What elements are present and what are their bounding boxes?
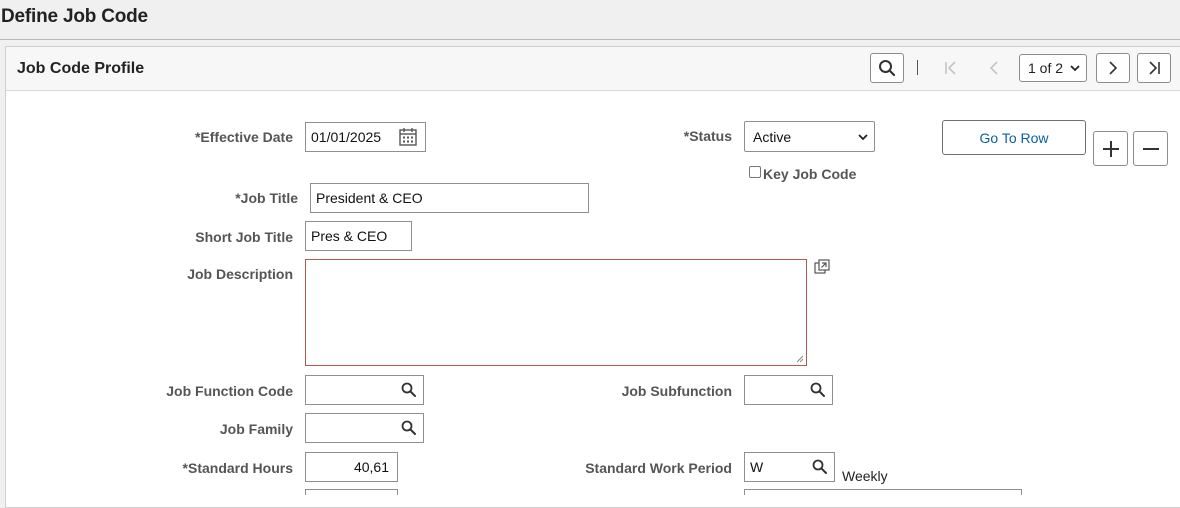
panel-header: Job Code Profile 1 of 2: [6, 47, 1180, 91]
standard-work-period-description: Weekly: [842, 468, 888, 484]
page-title: Define Job Code: [1, 6, 148, 27]
row-selector-value: 1 of 2: [1028, 60, 1064, 76]
job-title-value: President & CEO: [316, 190, 423, 206]
short-job-title-field[interactable]: Pres & CEO: [305, 221, 412, 251]
search-icon[interactable]: [401, 382, 416, 397]
job-family-label: Job Family: [219, 421, 293, 437]
chevron-down-icon: [1070, 65, 1080, 72]
last-row-button[interactable]: [1137, 53, 1171, 83]
row-selector[interactable]: 1 of 2: [1019, 54, 1087, 82]
status-label: *Status: [683, 128, 732, 144]
nav-separator: [917, 60, 918, 75]
minus-icon: [1142, 147, 1159, 150]
standard-hours-value: 40,61: [353, 459, 389, 475]
standard-work-period-field[interactable]: W: [744, 452, 835, 482]
next-row-field-partial[interactable]: [305, 489, 398, 495]
standard-work-period-value: W: [750, 459, 764, 475]
next-icon: [1109, 61, 1118, 75]
key-job-code-checkbox[interactable]: [749, 166, 761, 178]
find-button[interactable]: [870, 53, 904, 83]
title-divider: [0, 39, 1180, 40]
panel-title: Job Code Profile: [17, 60, 145, 77]
first-row-button[interactable]: [939, 53, 963, 83]
job-subfunction-label: Job Subfunction: [621, 383, 732, 399]
search-icon[interactable]: [810, 382, 825, 397]
plus-icon: [1102, 140, 1119, 157]
chevron-down-icon: [858, 134, 868, 141]
status-value: Active: [753, 128, 792, 145]
key-job-code-label: Key Job Code: [763, 166, 857, 182]
standard-hours-label: *Standard Hours: [182, 460, 293, 476]
previous-icon: [989, 61, 998, 75]
short-job-title-label: Short Job Title: [195, 229, 293, 245]
effective-date-field[interactable]: 01/01/2025: [305, 122, 426, 152]
first-page-icon: [945, 61, 956, 75]
job-function-code-label: Job Function Code: [166, 383, 293, 399]
search-icon[interactable]: [812, 459, 827, 474]
short-job-title-value: Pres & CEO: [311, 228, 388, 244]
job-subfunction-field[interactable]: [744, 375, 833, 405]
status-select[interactable]: Active: [744, 121, 875, 152]
calendar-icon[interactable]: [398, 127, 418, 147]
search-icon: [879, 60, 896, 77]
add-row-button[interactable]: [1093, 131, 1128, 166]
job-description-textarea[interactable]: [305, 259, 807, 366]
standard-hours-field[interactable]: 40,61: [305, 452, 398, 482]
previous-row-button[interactable]: [982, 53, 1006, 83]
expand-textarea-icon[interactable]: [814, 259, 830, 275]
job-description-label: Job Description: [187, 266, 293, 282]
job-family-field[interactable]: [305, 413, 424, 443]
next-row-button[interactable]: [1096, 53, 1130, 83]
job-function-code-field[interactable]: [305, 375, 424, 405]
resize-grip-icon[interactable]: [796, 355, 804, 363]
go-to-row-button[interactable]: Go To Row: [942, 120, 1086, 155]
delete-row-button[interactable]: [1133, 131, 1168, 166]
effective-date-label: *Effective Date: [194, 129, 293, 145]
job-title-field[interactable]: President & CEO: [310, 183, 589, 213]
search-icon[interactable]: [401, 420, 416, 435]
effective-date-value: 01/01/2025: [311, 129, 382, 145]
next-row-select-partial[interactable]: [744, 489, 1022, 495]
job-title-label: *Job Title: [235, 190, 298, 206]
standard-work-period-label: Standard Work Period: [585, 460, 732, 476]
last-page-icon: [1149, 61, 1160, 75]
